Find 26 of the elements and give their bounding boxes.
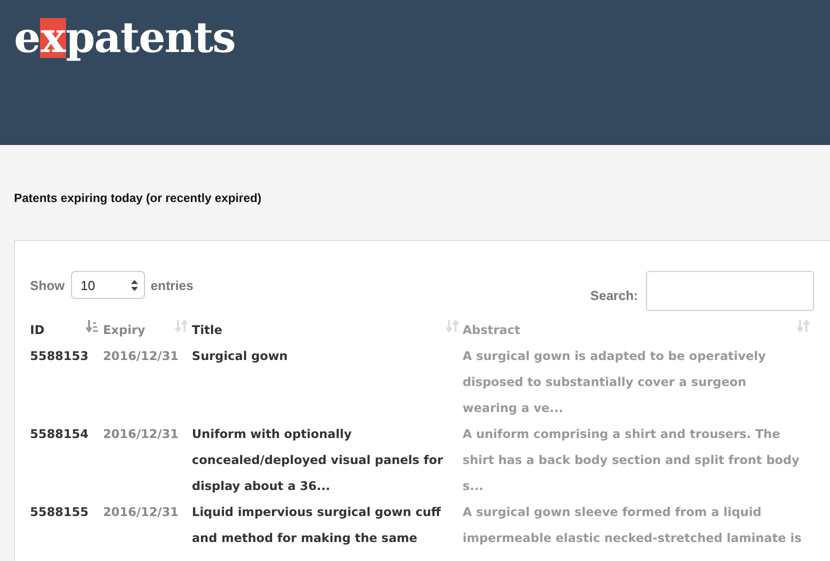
column-header[interactable]: Expiry bbox=[102, 323, 146, 337]
show-label: Show bbox=[30, 278, 65, 292]
column-header[interactable]: ID bbox=[30, 323, 44, 337]
table-cell-text: A surgical gown is adapted to be operatively disposed to substantially cover a surgeon wearing a ve... bbox=[462, 348, 767, 417]
search-label: Search: bbox=[590, 288, 638, 302]
section-heading: Patents expiring today (or recently expired) bbox=[14, 191, 262, 205]
table-cell: 5588155 bbox=[30, 505, 88, 519]
table-cell: 5588154 bbox=[30, 427, 88, 441]
sort-icon[interactable] bbox=[86, 319, 99, 333]
table-cell-text: Liquid impervious surgical gown cuff and method for making the same bbox=[192, 504, 442, 547]
table-cell: 2016/12/31 bbox=[102, 427, 179, 441]
table-cell-text: A uniform comprising a shirt and trousers. The shirt has a back body section and split front body s... bbox=[462, 426, 800, 495]
column-header[interactable]: Title bbox=[192, 323, 222, 337]
sort-icon[interactable] bbox=[797, 319, 810, 333]
table-cell-text: A surgical gown sleeve formed from a liquid impermeable elastic necked-stretched laminate is bbox=[462, 504, 802, 547]
search-field[interactable] bbox=[646, 271, 814, 311]
table-cell-text: Surgical gown bbox=[192, 348, 289, 365]
sort-icon[interactable] bbox=[446, 319, 459, 333]
table-cell: 2016/12/31 bbox=[102, 349, 179, 363]
sort-icon[interactable] bbox=[174, 319, 188, 333]
updown-icon bbox=[130, 280, 138, 290]
table-cell: 2016/12/31 bbox=[102, 505, 179, 519]
page-length-select[interactable]: 10 bbox=[70, 271, 145, 299]
entries-label: entries bbox=[150, 278, 194, 292]
table-cell: 5588153 bbox=[30, 349, 88, 363]
table-cell-text: Uniform with optionally concealed/deployed visual panels for display about a 36... bbox=[192, 426, 444, 495]
